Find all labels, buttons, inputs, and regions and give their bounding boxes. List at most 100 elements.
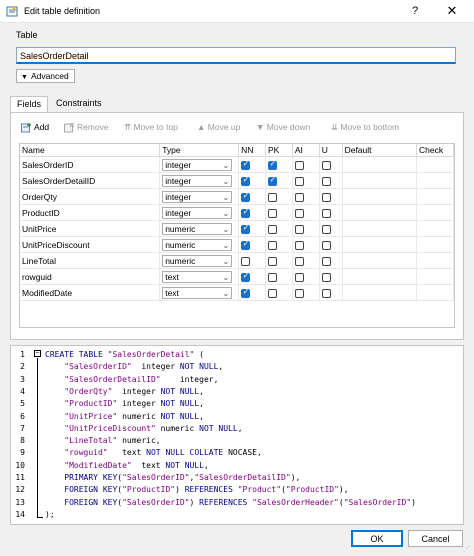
help-button[interactable]: ? xyxy=(400,2,430,20)
nn-checkbox[interactable] xyxy=(241,271,251,282)
field-check-cell[interactable] xyxy=(416,268,454,285)
field-default-cell[interactable] xyxy=(342,172,418,189)
pk-checkbox[interactable] xyxy=(268,175,278,186)
u-checkbox[interactable] xyxy=(321,160,331,170)
advanced-toggle-button[interactable]: ▼ Advanced xyxy=(16,69,75,83)
table-row[interactable]: rowguid text ⌄ xyxy=(20,268,454,285)
move-to-top-button[interactable]: ⇈ Move to top xyxy=(124,119,178,135)
field-check-cell[interactable] xyxy=(416,220,454,237)
field-type-select[interactable]: integer ⌄ xyxy=(162,158,233,171)
table-row[interactable]: UnitPriceDiscount numeric ⌄ xyxy=(20,236,454,253)
pk-checkbox[interactable] xyxy=(268,288,278,298)
nn-checkbox[interactable] xyxy=(241,239,251,250)
ai-checkbox[interactable] xyxy=(294,192,304,202)
add-field-button[interactable]: Add xyxy=(21,119,49,135)
cancel-button[interactable]: Cancel xyxy=(408,530,463,547)
col-header-nn[interactable]: NN xyxy=(238,144,267,157)
nn-checkbox[interactable] xyxy=(241,175,251,186)
field-type-select[interactable]: integer ⌄ xyxy=(162,190,233,203)
pk-checkbox[interactable] xyxy=(268,159,278,170)
pk-checkbox[interactable] xyxy=(268,240,278,250)
pk-checkbox[interactable] xyxy=(268,272,278,282)
move-up-button[interactable]: ▲ Move up xyxy=(197,119,240,135)
remove-field-button[interactable]: Remove xyxy=(64,119,109,135)
field-type-select[interactable]: text ⌄ xyxy=(162,286,233,299)
nn-checkbox[interactable] xyxy=(241,256,251,266)
move-to-bottom-button[interactable]: ⇊ Move to bottom xyxy=(331,119,399,135)
u-checkbox[interactable] xyxy=(321,288,331,298)
field-type-select[interactable]: text ⌄ xyxy=(162,270,233,283)
field-type-select[interactable]: numeric ⌄ xyxy=(162,238,233,251)
sql-preview[interactable]: − 1 CREATE TABLE "SalesOrderDetail" (2 "S… xyxy=(10,345,464,525)
fold-minus-icon[interactable]: − xyxy=(34,350,41,357)
field-name-cell[interactable]: LineTotal xyxy=(20,252,161,269)
u-checkbox[interactable] xyxy=(321,192,331,202)
field-name-cell[interactable]: SalesOrderID xyxy=(20,156,161,173)
table-row[interactable]: SalesOrderID integer ⌄ xyxy=(20,156,454,173)
field-type-select[interactable]: numeric ⌄ xyxy=(162,222,233,235)
nn-checkbox[interactable] xyxy=(241,223,251,234)
field-default-cell[interactable] xyxy=(342,188,418,205)
ai-checkbox[interactable] xyxy=(294,176,304,186)
u-checkbox[interactable] xyxy=(321,272,331,282)
field-check-cell[interactable] xyxy=(416,156,454,173)
field-name-cell[interactable]: ModifiedDate xyxy=(20,284,161,301)
table-row[interactable]: ModifiedDate text ⌄ xyxy=(20,284,454,301)
field-check-cell[interactable] xyxy=(416,172,454,189)
pk-checkbox[interactable] xyxy=(268,224,278,234)
u-checkbox[interactable] xyxy=(321,224,331,234)
field-type-select[interactable]: integer ⌄ xyxy=(162,206,233,219)
ai-checkbox[interactable] xyxy=(294,256,304,266)
field-check-cell[interactable] xyxy=(416,204,454,221)
u-checkbox[interactable] xyxy=(321,208,331,218)
ok-button[interactable]: OK xyxy=(351,530,403,547)
field-check-cell[interactable] xyxy=(416,252,454,269)
field-type-select[interactable]: numeric ⌄ xyxy=(162,254,233,267)
ai-checkbox[interactable] xyxy=(294,160,304,170)
col-header-default[interactable]: Default xyxy=(342,144,418,157)
pk-checkbox[interactable] xyxy=(268,208,278,218)
tab-constraints[interactable]: Constraints xyxy=(50,96,112,112)
u-checkbox[interactable] xyxy=(321,240,331,250)
ai-checkbox[interactable] xyxy=(294,272,304,282)
col-header-u[interactable]: U xyxy=(319,144,343,157)
field-name-cell[interactable]: UnitPrice xyxy=(20,220,161,237)
field-default-cell[interactable] xyxy=(342,236,418,253)
field-name-cell[interactable]: UnitPriceDiscount xyxy=(20,236,161,253)
ai-checkbox[interactable] xyxy=(294,208,304,218)
ai-checkbox[interactable] xyxy=(294,240,304,250)
field-default-cell[interactable] xyxy=(342,220,418,237)
col-header-name[interactable]: Name xyxy=(20,144,161,157)
field-default-cell[interactable] xyxy=(342,268,418,285)
pk-checkbox[interactable] xyxy=(268,192,278,202)
field-default-cell[interactable] xyxy=(342,284,418,301)
resize-grip-icon[interactable]: ⋰ xyxy=(463,545,470,553)
field-type-select[interactable]: integer ⌄ xyxy=(162,174,233,187)
field-check-cell[interactable] xyxy=(416,188,454,205)
col-header-type[interactable]: Type xyxy=(159,144,240,157)
ai-checkbox[interactable] xyxy=(294,288,304,298)
u-checkbox[interactable] xyxy=(321,176,331,186)
col-header-check[interactable]: Check xyxy=(416,144,454,157)
table-row[interactable]: ProductID integer ⌄ xyxy=(20,204,454,221)
field-default-cell[interactable] xyxy=(342,204,418,221)
close-button[interactable]: ✕ xyxy=(437,2,467,20)
field-default-cell[interactable] xyxy=(342,252,418,269)
ai-checkbox[interactable] xyxy=(294,224,304,234)
table-row[interactable]: LineTotal numeric ⌄ xyxy=(20,252,454,269)
field-check-cell[interactable] xyxy=(416,236,454,253)
col-header-ai[interactable]: AI xyxy=(292,144,320,157)
field-name-cell[interactable]: OrderQty xyxy=(20,188,161,205)
field-check-cell[interactable] xyxy=(416,284,454,301)
field-name-cell[interactable]: rowguid xyxy=(20,268,161,285)
nn-checkbox[interactable] xyxy=(241,159,251,170)
field-name-cell[interactable]: ProductID xyxy=(20,204,161,221)
field-default-cell[interactable] xyxy=(342,156,418,173)
u-checkbox[interactable] xyxy=(321,256,331,266)
table-row[interactable]: SalesOrderDetailID integer ⌄ xyxy=(20,172,454,189)
table-row[interactable]: UnitPrice numeric ⌄ xyxy=(20,220,454,237)
nn-checkbox[interactable] xyxy=(241,191,251,202)
move-down-button[interactable]: ▼ Move down xyxy=(256,119,310,135)
table-name-input[interactable]: SalesOrderDetail xyxy=(16,47,456,64)
nn-checkbox[interactable] xyxy=(241,207,251,218)
